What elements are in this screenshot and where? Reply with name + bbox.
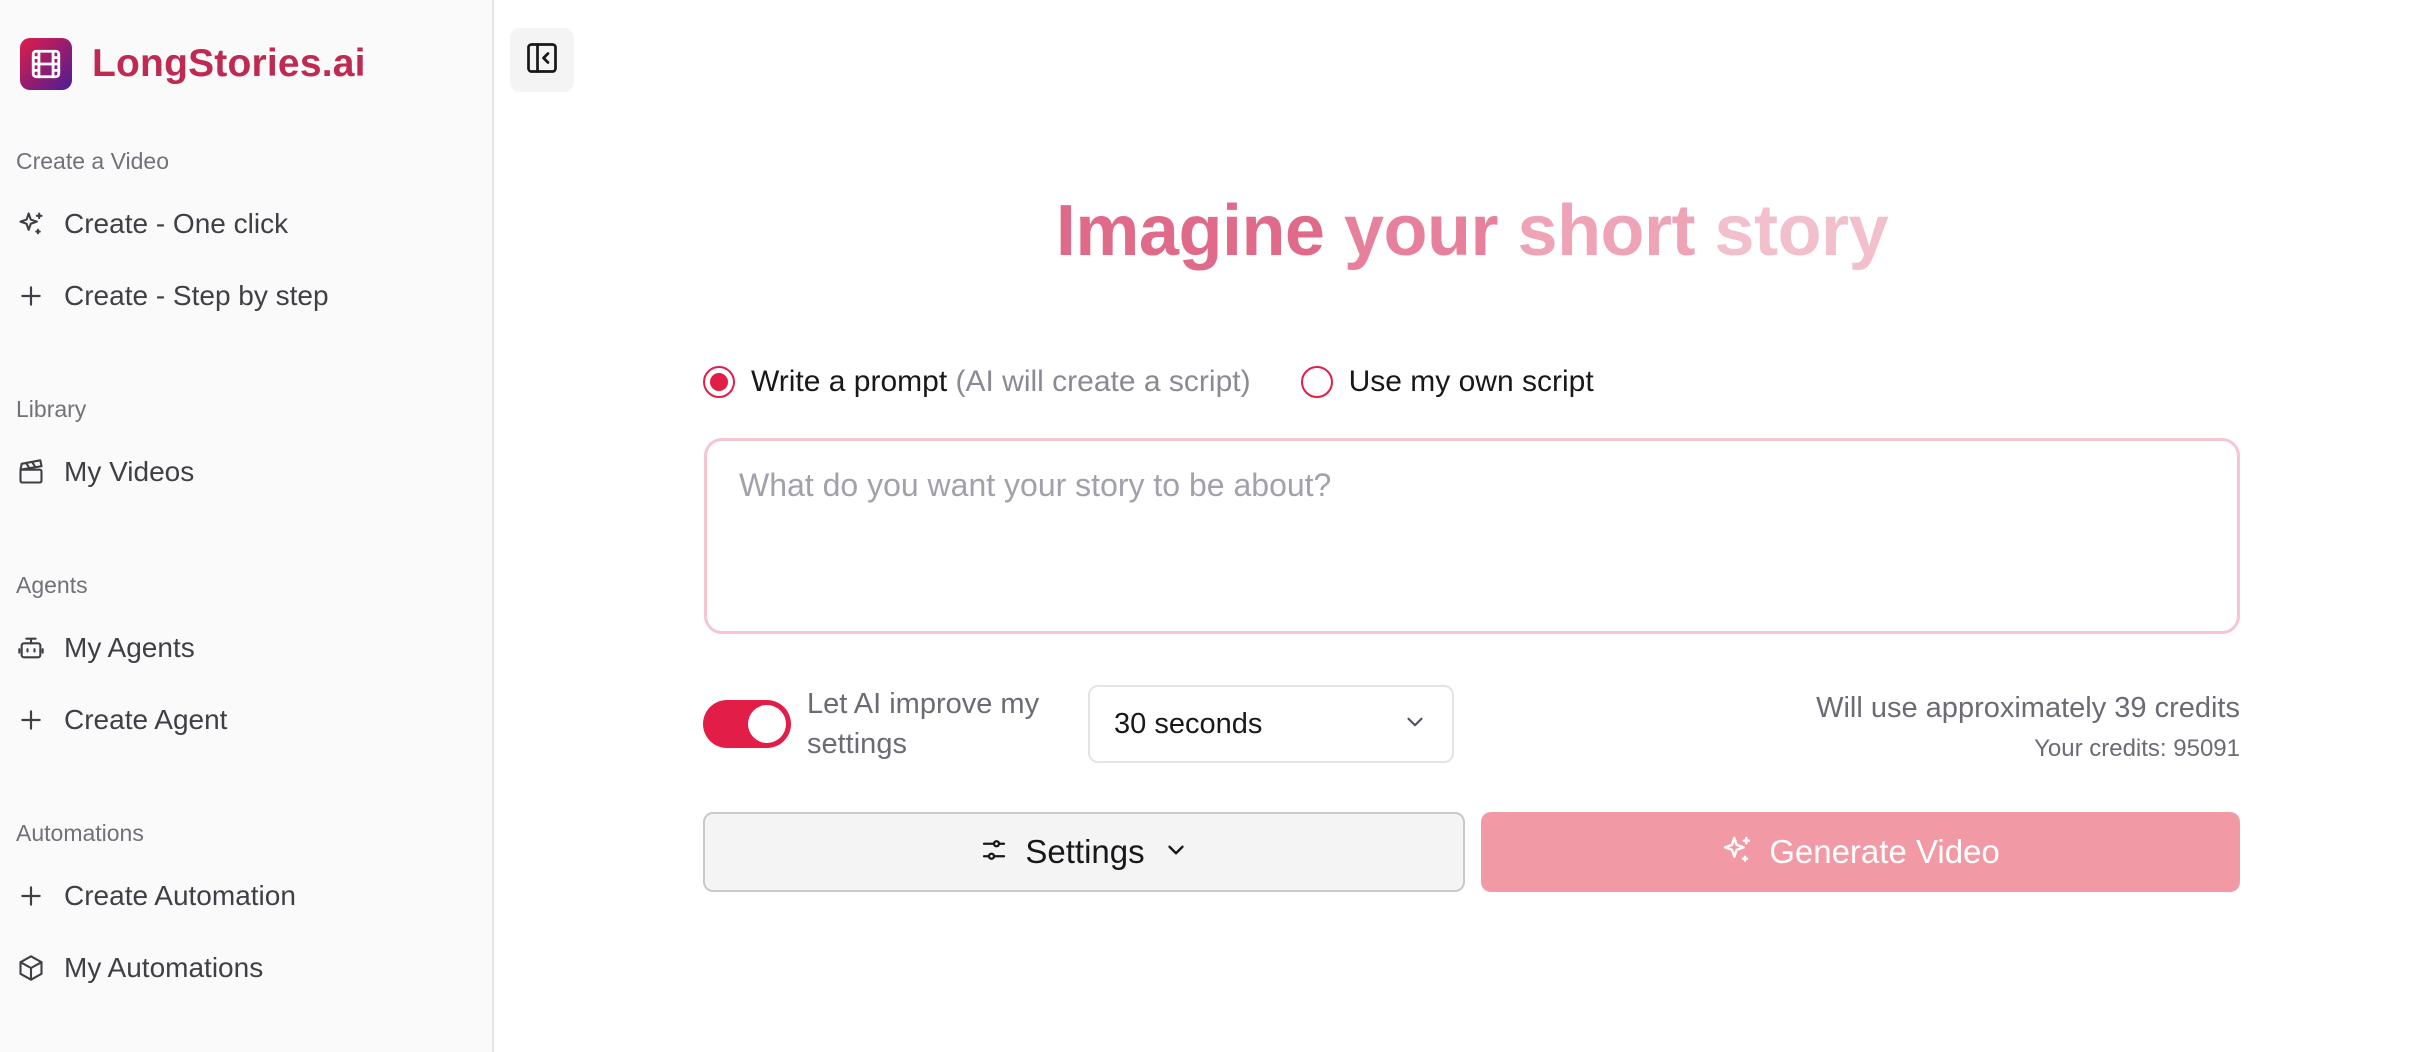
sparkles-icon (16, 209, 46, 239)
section-label-automations: Automations (16, 820, 144, 846)
generate-video-button[interactable]: Generate Video (1481, 812, 2240, 892)
story-prompt-input[interactable] (739, 467, 2205, 605)
film-icon (20, 38, 72, 90)
use-own-script-option[interactable]: Use my own script (1300, 365, 1594, 399)
duration-value: 30 seconds (1114, 707, 1263, 740)
credits-balance: Your credits: 95091 (2034, 735, 2240, 762)
sidebar-item-create-automation[interactable]: Create Automation (16, 874, 296, 918)
radio-use-own-script[interactable] (1300, 366, 1333, 398)
toggle-knob (748, 705, 786, 743)
headline-word: story (1714, 191, 1889, 271)
sidebar-item-create-agent[interactable]: Create Agent (16, 698, 227, 742)
brand[interactable]: LongStories.ai (20, 38, 366, 90)
sidebar-item-label: Create - Step by step (64, 280, 329, 311)
prompt-box (704, 438, 2240, 634)
generate-video-label: Generate Video (1769, 833, 2000, 870)
bot-icon (16, 633, 46, 663)
credits-estimate: Will use approximately 39 credits (1816, 692, 2240, 724)
sliders-icon (979, 835, 1009, 870)
sparkles-icon (1721, 834, 1753, 871)
section-label-create-video: Create a Video (16, 148, 170, 174)
sidebar-item-label: My Automations (64, 952, 264, 983)
sidebar-item-my-videos[interactable]: My Videos (16, 450, 194, 494)
settings-button[interactable]: Settings (703, 812, 1465, 892)
sidebar-item-my-agents[interactable]: My Agents (16, 626, 195, 670)
use-own-script-label[interactable]: Use my own script (1349, 365, 1594, 399)
sidebar-item-create-one-click[interactable]: Create - One click (16, 202, 288, 246)
panel-left-close-icon (524, 40, 560, 81)
sidebar-item-label: Create Agent (64, 704, 228, 735)
ai-improve-label: Let AI improve my settings (807, 688, 1040, 760)
headline-word: short (1517, 191, 1696, 271)
chevron-down-icon (1163, 837, 1189, 868)
ai-improve-toggle[interactable] (703, 700, 791, 748)
headline-word: your (1343, 191, 1499, 271)
duration-select[interactable]: 30 seconds (1088, 685, 1454, 763)
box-icon (16, 953, 46, 983)
collapse-sidebar-button[interactable] (510, 28, 574, 92)
mode-selector: Write a prompt (AI will create a script)… (703, 365, 1594, 399)
section-label-library: Library (16, 396, 87, 422)
chevron-down-icon (1402, 709, 1428, 740)
clapperboard-icon (16, 457, 46, 487)
write-prompt-hint: (AI will create a script) (955, 365, 1251, 398)
write-prompt-label[interactable]: Write a prompt (AI will create a script) (751, 365, 1251, 399)
sidebar-item-create-step-by-step[interactable]: Create - Step by step (16, 274, 329, 318)
sidebar: LongStories.ai Create a Video Create - O… (0, 0, 494, 1052)
plus-icon (16, 881, 46, 911)
write-prompt-text: Write a prompt (751, 365, 948, 398)
section-label-agents: Agents (16, 572, 88, 598)
settings-button-label: Settings (1025, 833, 1145, 870)
plus-icon (16, 281, 46, 311)
headline-word: Imagine (1055, 191, 1325, 271)
radio-write-prompt[interactable] (703, 366, 735, 398)
brand-name: LongStories.ai (92, 42, 366, 85)
sidebar-item-label: My Agents (64, 632, 195, 663)
sidebar-item-label: Create Automation (64, 880, 296, 911)
sidebar-item-my-automations[interactable]: My Automations (16, 946, 263, 990)
sidebar-item-label: Create - One click (64, 208, 289, 239)
plus-icon (16, 705, 46, 735)
page-title: Imagine your short story (704, 190, 2240, 272)
sidebar-item-label: My Videos (64, 456, 195, 487)
